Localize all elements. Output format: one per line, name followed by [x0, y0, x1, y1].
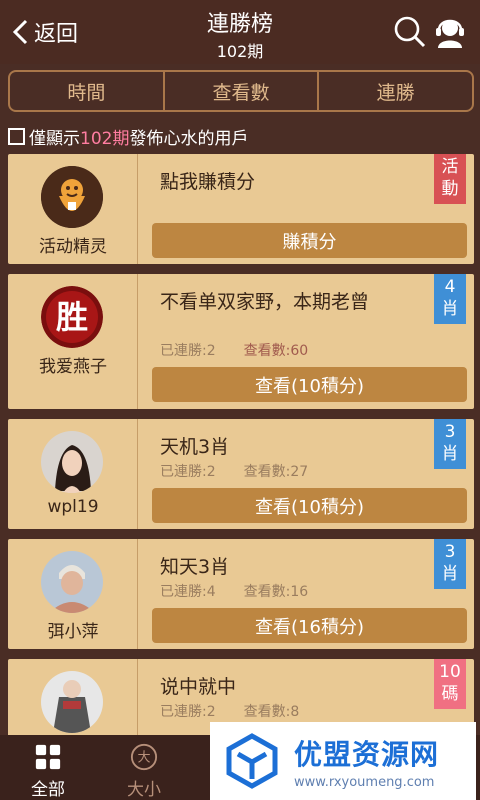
search-icon[interactable] — [392, 14, 428, 50]
stats-row: 已連勝:4 查看數:16 — [160, 581, 308, 601]
stats-row: 已連勝:2 查看數:60 — [160, 340, 308, 360]
user-panel: 胜 我爱燕子 — [8, 274, 138, 409]
header: 返回 連勝榜 102期 — [0, 0, 480, 64]
post-message: 知天3肖 — [160, 556, 230, 578]
view-post-button[interactable]: 查看(10積分) — [152, 488, 467, 523]
tab-streak[interactable]: 連勝 — [319, 72, 472, 110]
streak-count: 已連勝:2 — [160, 343, 216, 359]
avatar[interactable]: 胜 — [41, 286, 103, 348]
streak-count: 已連勝:2 — [160, 704, 216, 720]
grid-icon — [35, 744, 61, 770]
post-message: 说中就中 — [160, 676, 237, 698]
type-badge: 4肖 — [434, 274, 466, 324]
avatar[interactable] — [41, 671, 103, 733]
nav-label: 大小 — [127, 780, 161, 800]
filter-suffix: 發佈心水的用戶 — [129, 128, 249, 149]
mascot-icon — [41, 166, 103, 228]
type-badge: 3肖 — [434, 539, 466, 589]
user-panel: 活动精灵 — [8, 154, 138, 264]
view-count: 查看數:8 — [243, 704, 300, 720]
size-icon: 大 — [130, 743, 158, 771]
filter-period: 102期 — [80, 128, 130, 149]
watermark-url: www.rxyoumeng.com — [294, 774, 435, 790]
type-badge: 3肖 — [434, 419, 466, 469]
user-panel: wpl19 — [8, 419, 138, 529]
view-count: 查看數:27 — [243, 464, 309, 480]
filter-row: 僅顯示 102期 發佈心水的用戶 — [8, 124, 249, 149]
post-message: 天机3肖 — [160, 436, 230, 458]
user-panel: 弭小萍 — [8, 539, 138, 649]
user-photo-icon — [41, 551, 103, 613]
streak-count: 已連勝:2 — [160, 464, 216, 480]
view-count: 查看數:60 — [243, 343, 309, 359]
post-message: 不看单双家野，本期老曾 — [160, 291, 370, 313]
cube-logo-icon — [226, 733, 278, 789]
tab-time[interactable]: 時間 — [10, 72, 165, 110]
streak-count: 已連勝:4 — [160, 584, 216, 600]
watermark: 优盟资源网 www.rxyoumeng.com — [210, 722, 476, 800]
view-count: 查看數:16 — [243, 584, 309, 600]
tab-views[interactable]: 查看數 — [165, 72, 320, 110]
customer-service-icon[interactable] — [432, 14, 468, 50]
type-badge: 10 碼 — [434, 659, 466, 709]
list-item: 活动精灵 點我賺積分 賺積分 活動 — [8, 154, 474, 264]
sort-tabs: 時間 查看數 連勝 — [8, 70, 474, 112]
stats-row: 已連勝:2 查看數:8 — [160, 701, 299, 721]
view-post-button[interactable]: 查看(16積分) — [152, 608, 467, 643]
avatar[interactable] — [41, 166, 103, 228]
avatar[interactable] — [41, 551, 103, 613]
win-character-icon: 胜 — [41, 286, 103, 348]
avatar[interactable] — [41, 431, 103, 493]
list-item: 弭小萍 知天3肖 已連勝:4 查看數:16 查看(16積分) 3肖 — [8, 539, 474, 649]
nav-label: 全部 — [31, 780, 65, 800]
nav-item-size[interactable]: 大 大小 — [96, 735, 192, 800]
stats-row: 已連勝:2 查看數:27 — [160, 461, 308, 481]
filter-checkbox[interactable] — [8, 127, 25, 145]
svg-text:胜: 胜 — [56, 298, 88, 336]
type-badge: 活動 — [434, 154, 466, 204]
user-photo-icon — [41, 431, 103, 493]
filter-prefix: 僅顯示 — [29, 128, 80, 149]
username: 我爱燕子 — [39, 357, 107, 377]
username: 活动精灵 — [39, 237, 107, 257]
username: wpl19 — [47, 497, 99, 517]
watermark-text: 优盟资源网 www.rxyoumeng.com — [294, 733, 439, 790]
watermark-title: 优盟资源网 — [294, 737, 440, 771]
user-photo-icon — [41, 671, 103, 733]
post-message: 點我賺積分 — [160, 171, 256, 193]
list-item: 胜 我爱燕子 不看单双家野，本期老曾 已連勝:2 查看數:60 查看(10積分) … — [8, 274, 474, 409]
username: 弭小萍 — [47, 622, 99, 642]
svg-text:大: 大 — [137, 751, 150, 766]
earn-points-button[interactable]: 賺積分 — [152, 223, 467, 258]
list-item: wpl19 天机3肖 已連勝:2 查看數:27 查看(10積分) 3肖 — [8, 419, 474, 529]
view-post-button[interactable]: 查看(10積分) — [152, 367, 467, 402]
nav-item-all[interactable]: 全部 — [0, 735, 96, 800]
